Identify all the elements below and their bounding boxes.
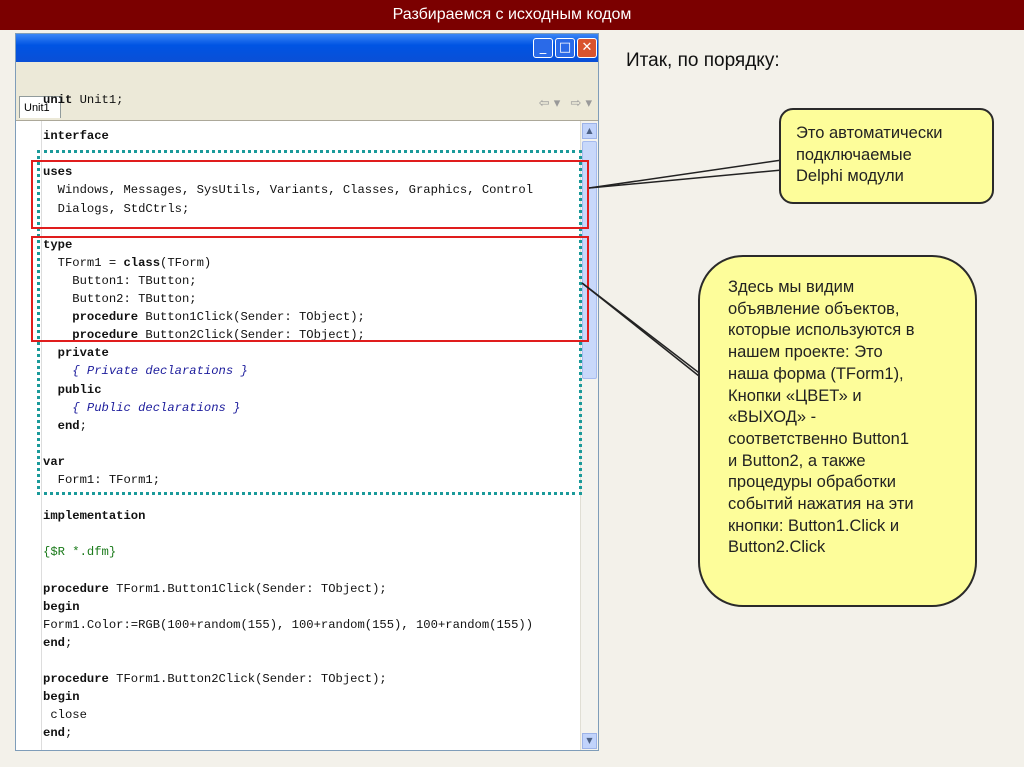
callout-units: Это автоматически подключаемые Delphi мо… [779, 108, 994, 204]
callout-objects-text: Здесь мы видим объявление объектов, кото… [728, 278, 915, 557]
callout-objects: Здесь мы видим объявление объектов, кото… [698, 255, 977, 607]
callout-units-text: Это автоматически подключаемые Delphi мо… [796, 124, 943, 186]
intro-text: Итак, по порядку: [626, 50, 780, 71]
